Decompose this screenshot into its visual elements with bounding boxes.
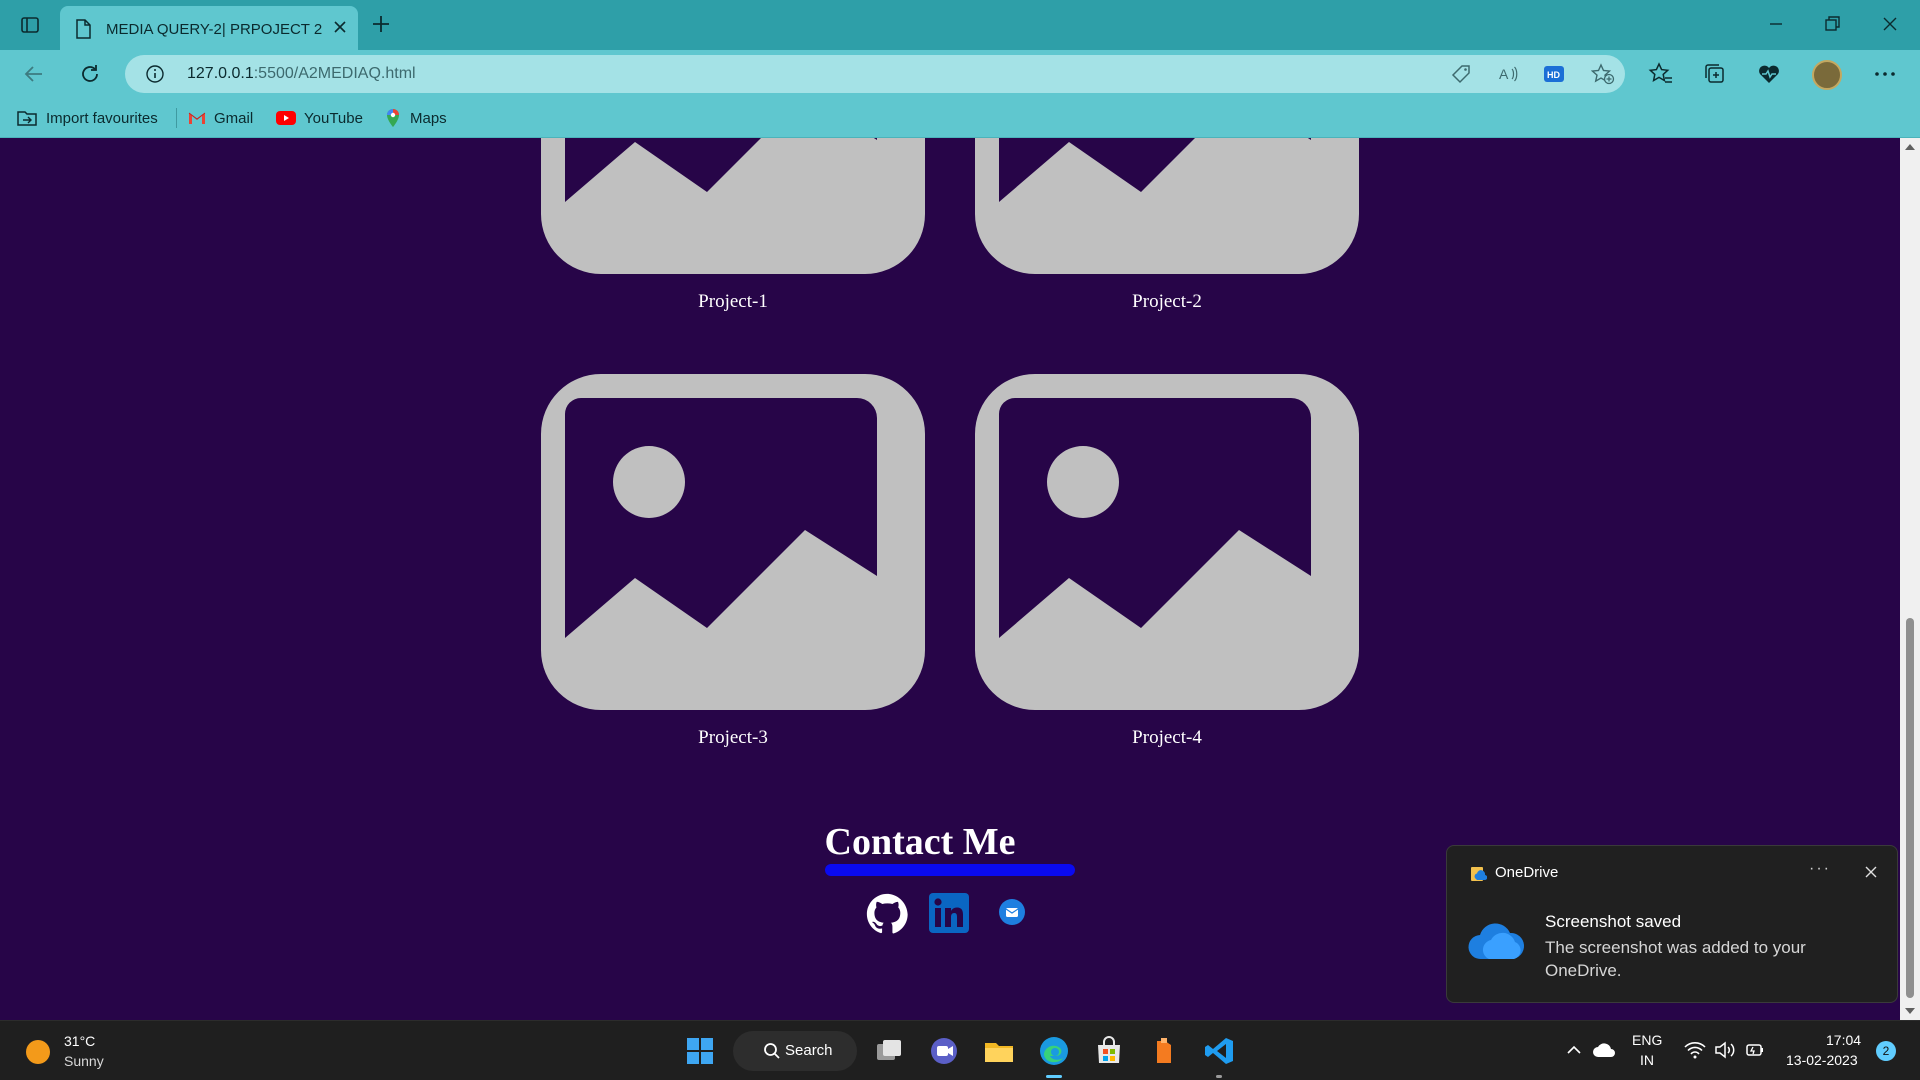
favourite-label: YouTube: [304, 109, 363, 127]
scroll-up-icon[interactable]: [1905, 144, 1915, 150]
project-card[interactable]: Project-1: [541, 138, 925, 312]
volume-icon[interactable]: [1714, 1041, 1736, 1059]
favourites-bar: Import favourites Gmail YouTube Maps: [0, 98, 1920, 138]
clock-date[interactable]: 13-02-2023: [1786, 1052, 1858, 1068]
browser-essentials-icon[interactable]: [1756, 61, 1782, 87]
image-placeholder-icon: [975, 138, 1359, 274]
url-path: :5500/A2MEDIAQ.html: [253, 65, 416, 82]
site-info-icon[interactable]: [145, 64, 165, 84]
project-caption: Project-1: [698, 291, 768, 312]
project-caption: Project-3: [698, 727, 768, 748]
weather-temperature[interactable]: 31°C: [64, 1033, 95, 1049]
notification-heading: Screenshot saved: [1545, 912, 1682, 931]
favourites-divider: [176, 108, 177, 128]
new-tab-icon[interactable]: [370, 13, 392, 35]
region-indicator[interactable]: IN: [1640, 1052, 1654, 1068]
show-hidden-icons-icon[interactable]: [1565, 1041, 1583, 1059]
address-toolbar: 127.0.0.1:5500/A2MEDIAQ.html A HD: [0, 50, 1920, 98]
hd-icon[interactable]: HD: [1543, 63, 1565, 85]
favourites-icon[interactable]: [1648, 61, 1674, 87]
notification-more-button[interactable]: ···: [1809, 860, 1831, 878]
clock-time[interactable]: 17:04: [1826, 1032, 1861, 1048]
coupon-icon[interactable]: [1450, 63, 1472, 85]
project-card[interactable]: Project-4: [975, 374, 1359, 748]
weather-sun-icon[interactable]: [26, 1040, 50, 1064]
favourite-label: Import favourites: [46, 109, 158, 127]
image-placeholder-icon: [541, 138, 925, 274]
restore-icon[interactable]: [1822, 14, 1842, 34]
onedrive-notification[interactable]: OneDrive ··· Screenshot saved The screen…: [1446, 845, 1898, 1003]
project-card[interactable]: Project-3: [541, 374, 925, 748]
svg-text:HD: HD: [1547, 70, 1560, 80]
wifi-icon[interactable]: [1684, 1041, 1706, 1059]
import-icon: [17, 111, 37, 126]
url-host: 127.0.0.1: [187, 65, 254, 82]
battery-icon[interactable]: [1744, 1041, 1766, 1059]
url-text: 127.0.0.1:5500/A2MEDIAQ.html: [187, 65, 416, 83]
contact-underline: [825, 864, 1075, 876]
linkedin-icon[interactable]: [929, 893, 969, 933]
refresh-icon[interactable]: [78, 62, 102, 86]
profile-avatar[interactable]: [1812, 60, 1842, 90]
browser-tab-active[interactable]: MEDIA QUERY-2| PRPOJECT 2: [60, 6, 358, 50]
notification-body: The screenshot was added to your OneDriv…: [1545, 938, 1806, 980]
file-explorer-icon[interactable]: [983, 1035, 1015, 1067]
search-icon: [764, 1043, 780, 1059]
minimize-icon[interactable]: [1766, 14, 1786, 34]
task-view-icon[interactable]: [873, 1035, 905, 1067]
image-placeholder-icon: [541, 374, 925, 710]
page-scrollbar[interactable]: [1900, 138, 1920, 1020]
windows-taskbar: 31°C Sunny Search ENG IN 17:04 13-02-202…: [0, 1020, 1920, 1080]
weather-condition[interactable]: Sunny: [64, 1053, 104, 1069]
youtube-icon: [276, 111, 296, 125]
vscode-icon[interactable]: [1203, 1035, 1235, 1067]
maps-icon: [387, 109, 399, 127]
favourite-label: Maps: [410, 109, 447, 127]
onedrive-cloud-icon: [1468, 923, 1525, 960]
address-bar[interactable]: 127.0.0.1:5500/A2MEDIAQ.html A HD: [125, 55, 1625, 93]
tab-title: MEDIA QUERY-2| PRPOJECT 2: [106, 21, 323, 38]
office-app-icon[interactable]: [1148, 1035, 1180, 1067]
favourite-gmail[interactable]: Gmail: [188, 107, 253, 129]
onedrive-app-icon: [1471, 867, 1487, 881]
page-icon: [76, 19, 91, 39]
svg-text:A: A: [1499, 66, 1509, 82]
taskbar-search[interactable]: Search: [733, 1031, 857, 1071]
language-indicator[interactable]: ENG: [1632, 1032, 1662, 1048]
add-favourite-icon[interactable]: [1591, 63, 1615, 85]
project-caption: Project-2: [1132, 291, 1202, 312]
search-label: Search: [785, 1042, 833, 1059]
image-placeholder-icon: [975, 374, 1359, 710]
github-icon[interactable]: [866, 893, 908, 935]
close-window-icon[interactable]: [1880, 14, 1900, 34]
contact-heading: Contact Me: [824, 821, 1016, 863]
scrollbar-thumb[interactable]: [1906, 618, 1914, 998]
collections-icon[interactable]: [1702, 61, 1728, 87]
edge-browser-icon[interactable]: [1038, 1035, 1070, 1067]
scroll-down-icon[interactable]: [1905, 1008, 1915, 1014]
teams-chat-icon[interactable]: [928, 1035, 960, 1067]
favourite-maps[interactable]: Maps: [384, 107, 447, 129]
browser-tab-bar: MEDIA QUERY-2| PRPOJECT 2: [0, 0, 1920, 50]
active-app-indicator: [1046, 1075, 1062, 1078]
more-options-icon[interactable]: [1872, 61, 1898, 87]
email-icon[interactable]: [998, 898, 1026, 926]
notification-app-name: OneDrive: [1495, 864, 1559, 881]
onedrive-tray-icon[interactable]: [1592, 1041, 1616, 1059]
favourite-label: Gmail: [214, 109, 254, 127]
project-caption: Project-4: [1132, 727, 1202, 748]
tab-actions-icon[interactable]: [18, 13, 42, 37]
project-card[interactable]: Project-2: [975, 138, 1359, 312]
favourite-youtube[interactable]: YouTube: [276, 107, 363, 129]
microsoft-store-icon[interactable]: [1093, 1035, 1125, 1067]
running-app-indicator: [1216, 1075, 1222, 1078]
back-icon[interactable]: [22, 62, 46, 86]
tab-close-icon[interactable]: [332, 19, 348, 35]
notification-count-badge[interactable]: 2: [1876, 1041, 1896, 1061]
read-aloud-icon[interactable]: A: [1497, 63, 1519, 85]
windows-start-icon[interactable]: [684, 1035, 716, 1067]
notification-close-icon[interactable]: [1863, 864, 1879, 880]
gmail-icon: [188, 112, 206, 124]
favourite-import[interactable]: Import favourites: [16, 107, 158, 129]
